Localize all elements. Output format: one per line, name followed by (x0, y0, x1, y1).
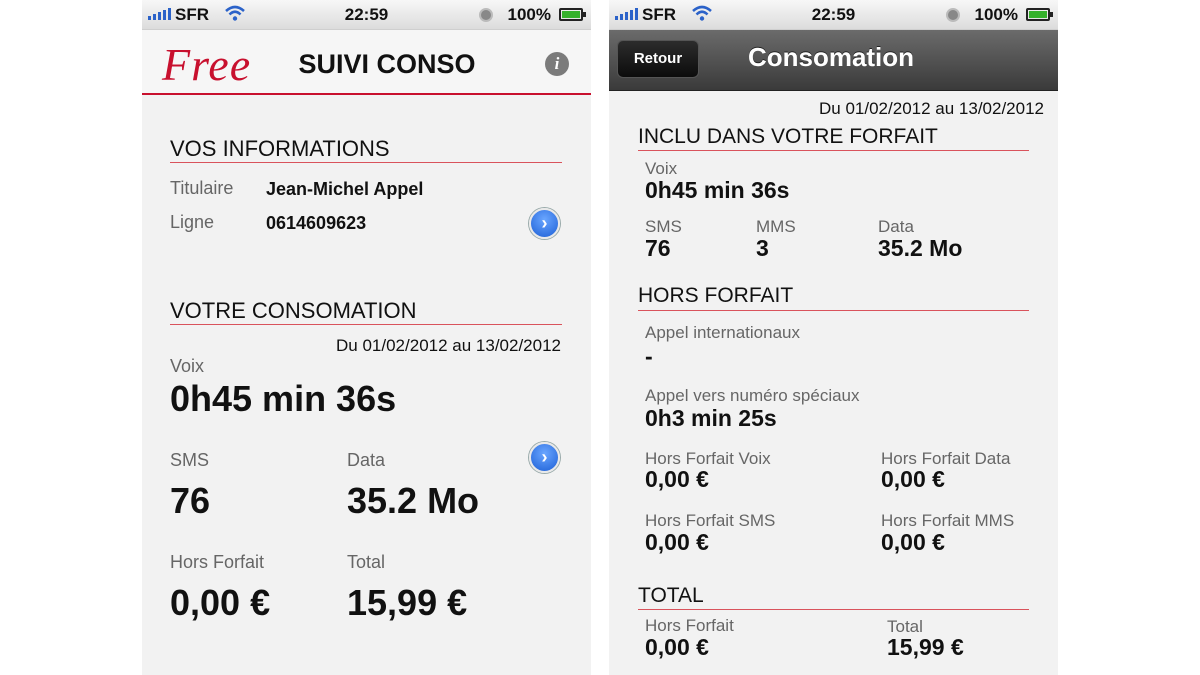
hf-data-value: 0,00 € (881, 466, 945, 492)
data-label: Data (878, 217, 914, 236)
section-divider (638, 150, 1029, 151)
ligne-label: Ligne (170, 212, 215, 232)
data-label: Data (347, 450, 386, 470)
section-title-total: TOTAL (638, 584, 704, 607)
voix-value: 0h45 min 36s (645, 177, 790, 203)
data-value: 35.2 Mo (347, 480, 480, 521)
status-bar: SFR 22:59 100% (142, 0, 591, 30)
free-logo: Free (162, 39, 252, 90)
ligne-value: 0614609623 (266, 213, 367, 233)
titulaire-label: Titulaire (170, 178, 234, 198)
app-header: Free SUIVI CONSO i (142, 30, 591, 95)
navigation-bar: Retour Consomation (609, 30, 1058, 91)
total-value: 15,99 € (347, 582, 468, 623)
sms-label: SMS (645, 217, 682, 236)
total-hors-forfait-label: Hors Forfait (645, 616, 734, 635)
lock-icon (946, 8, 960, 22)
appel-speciaux-label: Appel vers numéro spéciaux (645, 386, 860, 405)
mms-value: 3 (756, 235, 769, 261)
total-label: Total (347, 552, 386, 572)
chevron-right-icon[interactable]: › (529, 442, 560, 473)
total-value: 15,99 € (887, 634, 964, 660)
date-range: Du 01/02/2012 au 13/02/2012 (819, 99, 1044, 118)
hf-mms-value: 0,00 € (881, 529, 945, 555)
status-bar: SFR 22:59 100% (609, 0, 1058, 30)
section-divider (170, 324, 562, 325)
appel-speciaux-value: 0h3 min 25s (645, 405, 777, 431)
battery-icon (1026, 8, 1053, 21)
hors-forfait-value: 0,00 € (170, 582, 271, 623)
data-value: 35.2 Mo (878, 235, 963, 261)
lock-icon (479, 8, 493, 22)
back-button[interactable]: Retour (617, 40, 699, 78)
section-title-consommation: VOTRE CONSOMATION (170, 298, 417, 323)
info-icon[interactable]: i (545, 52, 569, 76)
hf-mms-label: Hors Forfait MMS (881, 511, 1015, 530)
total-hors-forfait-value: 0,00 € (645, 634, 709, 660)
titulaire-value: Jean-Michel Appel (266, 179, 424, 199)
section-title-vos-informations: VOS INFORMATIONS (170, 136, 390, 161)
hors-forfait-label: Hors Forfait (170, 552, 265, 572)
mms-label: MMS (756, 217, 796, 236)
date-range: Du 01/02/2012 au 13/02/2012 (336, 336, 561, 355)
battery-icon (559, 8, 586, 21)
battery-percent: 100% (507, 5, 551, 24)
chevron-right-icon[interactable]: › (529, 208, 560, 239)
voix-label: Voix (645, 159, 678, 178)
consommation-screen: SFR 22:59 100% Retour Consomation Du 01/… (609, 0, 1058, 675)
section-title-inclu: INCLU DANS VOTRE FORFAIT (638, 125, 938, 148)
header-divider (142, 93, 591, 95)
section-title-hors-forfait: HORS FORFAIT (638, 284, 794, 307)
nav-title: Consomation (747, 42, 915, 72)
sms-value: 76 (645, 235, 671, 261)
voix-label: Voix (170, 356, 205, 376)
battery-percent: 100% (974, 5, 1018, 24)
section-divider (638, 310, 1029, 311)
home-screen: SFR 22:59 100% Free SUIVI CONSO i VOS IN… (142, 0, 591, 675)
section-divider (170, 162, 562, 163)
hf-sms-label: Hors Forfait SMS (645, 511, 776, 530)
sms-value: 76 (170, 480, 211, 521)
hf-sms-value: 0,00 € (645, 529, 709, 555)
appel-internationaux-value: - (645, 343, 653, 369)
voix-value: 0h45 min 36s (170, 378, 397, 419)
appel-internationaux-label: Appel internationaux (645, 323, 801, 342)
hf-voix-value: 0,00 € (645, 466, 709, 492)
sms-label: SMS (170, 450, 210, 470)
page-title: SUIVI CONSO (298, 49, 476, 79)
section-divider (638, 609, 1029, 610)
